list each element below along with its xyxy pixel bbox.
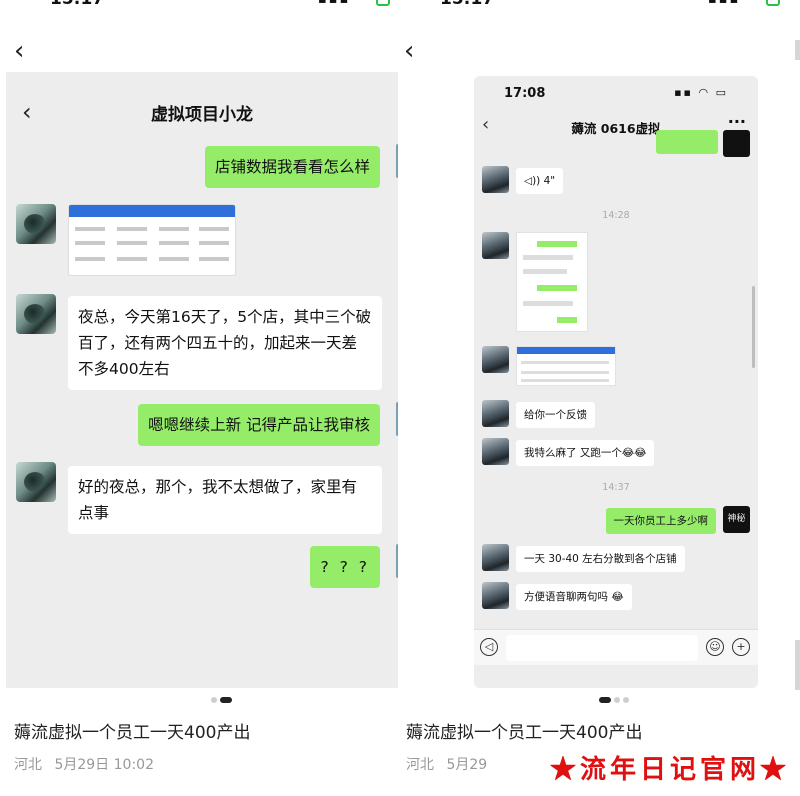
chat-screenshot-image — [516, 232, 588, 332]
scrollbar — [752, 286, 755, 368]
message-bubble-sent: 嗯嗯继续上新 记得产品让我审核 — [138, 404, 380, 446]
back-icon[interactable]: ‹ — [14, 36, 24, 66]
post-caption[interactable]: 薅流虚拟一个员工一天400产出 — [406, 718, 642, 743]
message-bubble-received: 好的夜总，那个，我不太想做了，家里有点事 — [68, 466, 382, 534]
inner-status-time: 17:08 — [504, 86, 546, 101]
inner-status-icons: ▪▪ ◠ ▭ — [674, 86, 728, 99]
message-bubble-sent: ? ? ? — [310, 546, 380, 588]
plus-icon: + — [732, 638, 750, 656]
watermark: ★流年日记官网★ — [549, 755, 790, 785]
avatar — [16, 462, 56, 502]
self-avatar: 神秘 — [723, 506, 750, 533]
self-avatar — [723, 130, 750, 157]
chat-input-bar: ◁ ☺ + — [474, 629, 758, 665]
battery-icon — [376, 0, 391, 6]
back-icon[interactable]: ‹ — [404, 36, 414, 66]
avatar — [482, 166, 509, 193]
next-post-fragment — [795, 640, 800, 690]
edge-avatar-fragment — [396, 544, 398, 578]
avatar — [482, 544, 509, 571]
message-bubble-received: 方便语音聊两句吗 😂 — [516, 584, 632, 610]
message-bubble-received: 一天 30-40 左右分散到各个店铺 — [516, 546, 685, 572]
right-chat-screenshot: 17:08 ▪▪ ◠ ▭ ‹ 薅流 0616虚拟 ··· ◁)) 4" 14:2… — [474, 76, 758, 688]
message-bubble-received: 给你一个反馈 — [516, 402, 595, 428]
dashboard-thumbnail — [68, 204, 236, 276]
edge-avatar-fragment — [396, 402, 398, 436]
post-region: 河北 — [14, 757, 42, 773]
message-bubble-sent: 一天你员工上多少啊 — [605, 508, 716, 534]
emoji-icon: ☺ — [706, 638, 724, 656]
signal-icon: ▪▪▪ — [708, 0, 740, 7]
voice-icon: ◁)) — [524, 175, 541, 187]
message-bubble-received: 我特么麻了 又跑一个😂😂 — [516, 440, 655, 466]
wifi-icon: ◠ — [357, 0, 370, 7]
avatar — [482, 438, 509, 465]
message-bubble-sent-partial — [656, 130, 718, 154]
wifi-icon: ◠ — [747, 0, 760, 7]
dashboard-image — [516, 346, 616, 386]
signal-icon: ▪▪▪ — [318, 0, 350, 7]
next-post-fragment — [795, 40, 800, 60]
message-bubble-sent: 店铺数据我看看怎么样 — [204, 146, 380, 188]
timestamp: 14:28 — [602, 210, 630, 221]
voice-message: ◁)) 4" — [516, 168, 564, 194]
left-chat-screenshot: ‹ 虚拟项目小龙 店铺数据我看看怎么样 夜总，今天第16天了，5个店，其中三个破… — [6, 72, 398, 688]
voice-icon: ◁ — [480, 638, 498, 656]
avatar — [16, 294, 56, 334]
carousel-dots — [211, 697, 235, 703]
message-bubble-received: 夜总，今天第16天了，5个店，其中三个破百了，还有两个四五十的，加起来一天差不多… — [68, 296, 382, 390]
avatar — [482, 346, 509, 373]
status-time-right: 15:17 — [440, 0, 494, 9]
avatar — [482, 232, 509, 259]
timestamp: 14:37 — [602, 482, 630, 493]
more-icon: ··· — [727, 112, 746, 131]
voice-duration: 4" — [543, 175, 556, 187]
avatar — [482, 400, 509, 427]
post-date: 5月29 — [446, 757, 488, 773]
edge-avatar-fragment — [396, 144, 398, 178]
post-date: 5月29日 10:02 — [54, 757, 154, 773]
status-time-left: 15:17 — [50, 0, 104, 9]
post-caption[interactable]: 薅流虚拟一个员工一天400产出 — [14, 718, 250, 743]
chat-input — [506, 635, 698, 661]
battery-icon — [766, 0, 781, 6]
post-meta: 河北 5月29日 10:02 — [14, 754, 154, 774]
avatar — [16, 204, 56, 244]
avatar — [482, 582, 509, 609]
post-meta: 河北 5月29 — [406, 754, 487, 774]
post-region: 河北 — [406, 757, 434, 773]
carousel-dots — [599, 697, 632, 703]
status-icons-right: ▪▪▪ ◠ — [708, 0, 781, 7]
chat-title: 虚拟项目小龙 — [151, 105, 253, 125]
status-icons-left: ▪▪▪ ◠ — [318, 0, 391, 7]
